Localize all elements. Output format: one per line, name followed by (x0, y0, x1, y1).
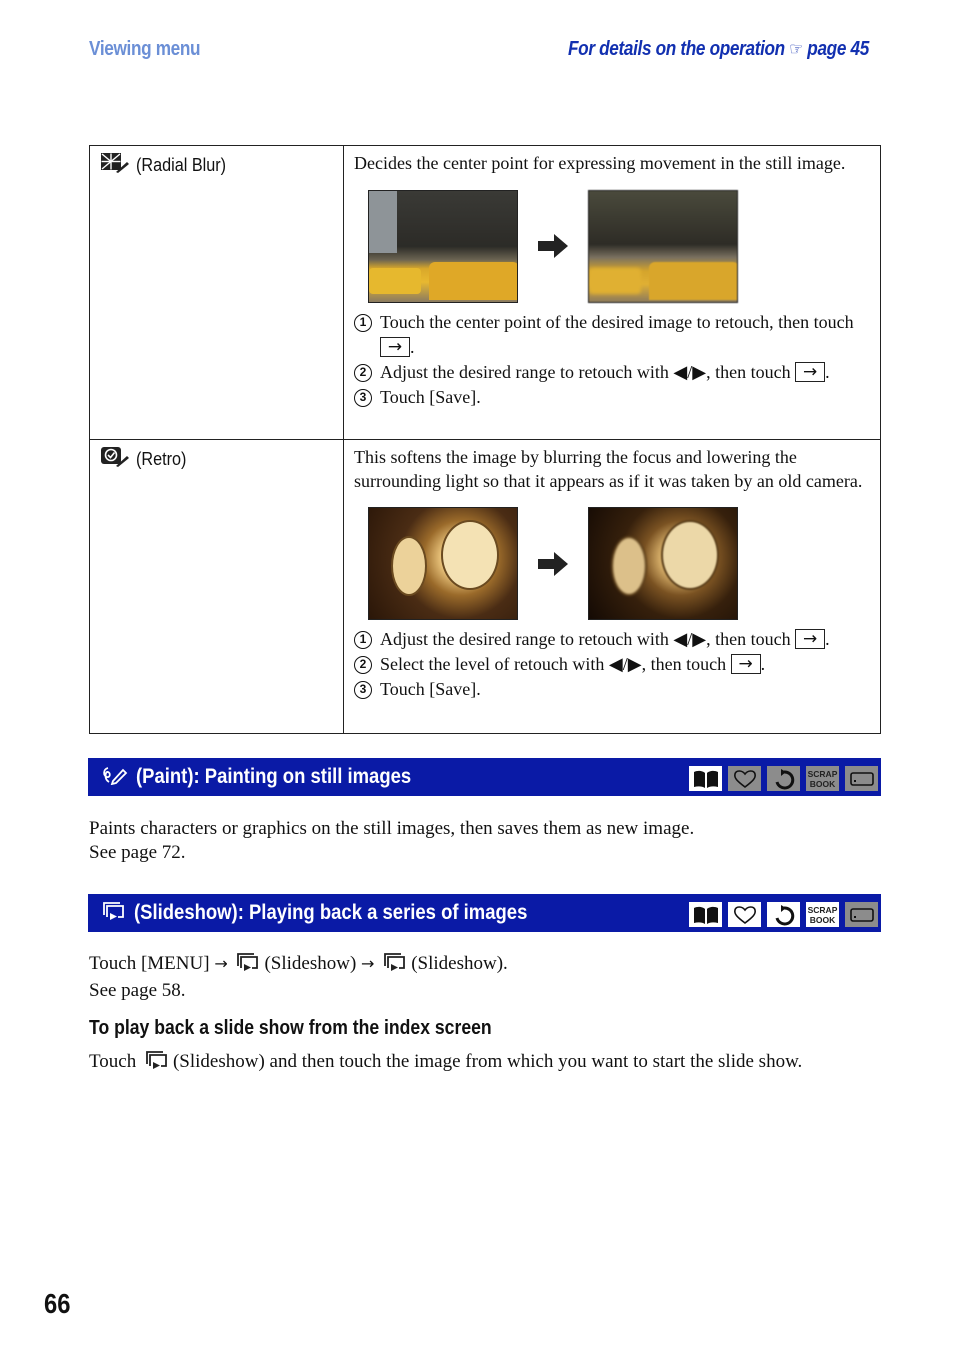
after-image (588, 507, 738, 620)
arrow-icon: → (361, 954, 375, 973)
index-slideshow-instruction: Touch (Slideshow) and then touch the ima… (89, 1050, 802, 1077)
step-number: 2 (354, 363, 372, 382)
step-text: Touch [Save]. (380, 386, 481, 407)
mode-memory-card (845, 766, 878, 791)
slideshow-icon (236, 952, 260, 979)
next-arrow-button[interactable] (380, 335, 410, 360)
step-item: 1 Adjust the desired range to retouch wi… (354, 627, 870, 652)
step-suffix: . (760, 654, 766, 674)
effect-name-cell: (Radial Blur) (89, 145, 344, 440)
scrapbook-label: SCRAP (807, 768, 838, 779)
before-image (368, 189, 518, 303)
mode-scrapbook: SCRAP BOOK (806, 902, 839, 927)
retro-icon (100, 446, 130, 473)
scrapbook-label: BOOK (809, 914, 836, 925)
slideshow-instruction: Touch [MENU] → (Slideshow) → (Slideshow)… (89, 952, 508, 979)
paint-body-text: Paints characters or graphics on the sti… (89, 818, 695, 839)
slideshow-icon (102, 901, 126, 926)
scrapbook-label: SCRAP (807, 904, 838, 915)
step-number: 1 (354, 631, 372, 649)
mode-heart (728, 766, 761, 791)
step-item: 1 Touch the center point of the desired … (354, 310, 870, 360)
mode-rotate (767, 766, 800, 791)
effect-description: This softens the image by blurring the f… (354, 447, 863, 491)
mode-availability-icons: SCRAP BOOK (689, 766, 878, 791)
instruction-text: Touch (89, 1051, 137, 1072)
step-text: Select the level of retouch with ◀/▶, th… (380, 654, 727, 674)
step-item: 2 Adjust the desired range to retouch wi… (354, 360, 870, 385)
slideshow-icon (383, 952, 407, 979)
step-text: Touch the center point of the desired im… (380, 311, 854, 332)
paint-section-title: (Paint): Painting on still images (136, 765, 412, 788)
step-text: Adjust the desired range to retouch with… (380, 629, 791, 649)
mode-scrapbook: SCRAP BOOK (806, 766, 839, 791)
retouch-effects-table: (Radial Blur) Decides the center point f… (89, 145, 881, 734)
example-images (368, 507, 870, 620)
mode-book (689, 766, 722, 791)
operation-reference[interactable]: For details on the operation ☞ page 45 (568, 38, 869, 61)
mode-heart (728, 902, 761, 927)
paint-description: Paints characters or graphics on the sti… (89, 817, 694, 865)
step-suffix: . (825, 629, 830, 649)
slideshow-icon (145, 1050, 169, 1077)
instruction-text: (Slideshow). (411, 953, 508, 974)
effect-description-cell: This softens the image by blurring the f… (343, 439, 881, 734)
effect-name-cell: (Retro) (89, 439, 344, 734)
next-arrow-button[interactable] (795, 627, 826, 652)
step-suffix: . (410, 336, 415, 357)
instruction-text: (Slideshow) and then touch the image fro… (172, 1051, 803, 1072)
step-number: 3 (354, 388, 372, 407)
after-image (588, 189, 738, 303)
effect-name: (Radial Blur) (136, 155, 227, 175)
table-row: (Retro) This softens the image by blurri… (89, 439, 881, 734)
pointing-hand-icon: ☞ (789, 39, 803, 59)
effect-name: (Retro) (136, 449, 187, 469)
radial-blur-icon (100, 152, 130, 179)
index-slideshow-subheading: To play back a slide show from the index… (89, 1017, 492, 1039)
step-number: 1 (354, 313, 372, 332)
before-image (368, 507, 518, 620)
step-item: 3 Touch [Save]. (354, 385, 870, 410)
mode-rotate (767, 902, 800, 927)
table-row: (Radial Blur) Decides the center point f… (89, 145, 881, 440)
scrapbook-label: BOOK (809, 778, 836, 789)
arrow-icon: → (214, 954, 228, 973)
slideshow-description: Touch [MENU] → (Slideshow) → (Slideshow)… (89, 952, 508, 1003)
steps-list: 1 Touch the center point of the desired … (354, 310, 870, 410)
next-arrow-button[interactable] (795, 360, 826, 385)
step-item: 3 Touch [Save]. (354, 677, 870, 702)
reference-page-link[interactable]: page 45 (807, 38, 869, 60)
next-arrow-button[interactable] (730, 652, 761, 677)
arrow-right-icon (518, 551, 588, 576)
arrow-right-icon (518, 234, 588, 258)
step-text: Touch [Save]. (380, 679, 481, 699)
slideshow-page-reference[interactable]: See page 58. (89, 979, 508, 1003)
mode-memory-card (845, 902, 878, 927)
effect-description: Decides the center point for expressing … (354, 153, 846, 173)
mode-book (689, 902, 722, 927)
example-images (368, 189, 870, 303)
step-text: Adjust the desired range to retouch with… (380, 361, 791, 382)
paint-icon (102, 765, 128, 790)
page-number: 66 (44, 1288, 71, 1319)
mode-availability-icons: SCRAP BOOK (689, 902, 878, 927)
paint-section-header: (Paint): Painting on still images SCRAP B… (88, 758, 881, 796)
slideshow-section-title: (Slideshow): Playing back a series of im… (134, 901, 528, 924)
section-title: Viewing menu (89, 38, 201, 60)
instruction-text: (Slideshow) (264, 953, 357, 974)
reference-text: For details on the operation (568, 38, 785, 60)
step-item: 2 Select the level of retouch with ◀/▶, … (354, 652, 870, 677)
paint-page-reference[interactable]: See page 72. (89, 841, 694, 865)
slideshow-section-header: (Slideshow): Playing back a series of im… (88, 894, 881, 932)
steps-list: 1 Adjust the desired range to retouch wi… (354, 627, 870, 702)
step-number: 2 (354, 656, 372, 674)
effect-description-cell: Decides the center point for expressing … (343, 145, 881, 440)
instruction-text: Touch [MENU] (89, 953, 210, 974)
step-suffix: . (825, 361, 830, 382)
step-number: 3 (354, 681, 372, 699)
